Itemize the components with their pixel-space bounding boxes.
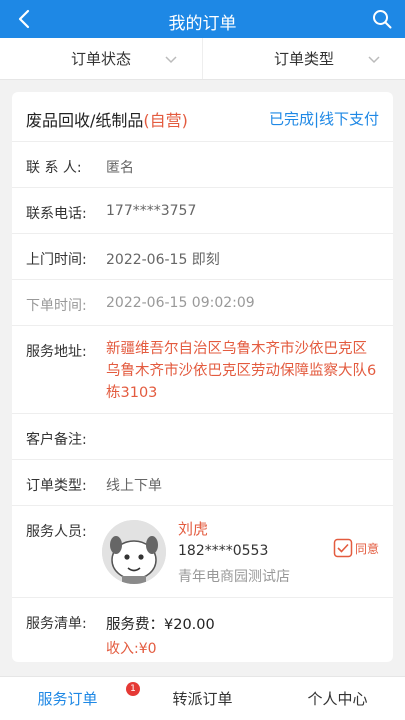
order-type-value: 线上下单 [106,478,162,494]
order-type-filter[interactable]: 订单类型 [202,38,405,79]
chevron-down-icon [165,56,177,64]
order-status-filter-label: 订单状态 [70,50,131,68]
phone-label: 联系电话: [26,206,87,222]
order-time-row: 下单时间: 2022-06-15 09:02:09 [12,280,393,326]
order-category: 废品回收/纸制品(自营) [26,107,188,131]
avatar [102,520,166,584]
remark-row: 客户备注: [12,414,393,460]
order-type-filter-label: 订单类型 [273,50,334,68]
staff-store: 青年电商园测试店 [178,569,290,585]
tab-transfer-orders[interactable]: 转派订单 [135,677,270,720]
staff-label: 服务人员: [26,524,87,540]
order-status: 已完成|线下支付 [268,110,379,128]
contact-row: 联 系 人: 匿名 [12,142,393,188]
staff-name: 刘虎 [178,520,209,538]
bottom-tab-bar: 服务订单 1 转派订单 个人中心 [0,676,405,720]
address-label: 服务地址: [26,344,87,360]
check-box-icon [333,538,353,558]
filter-bar: 订单状态 订单类型 [0,38,405,80]
tab-personal-center[interactable]: 个人中心 [270,677,405,720]
order-status-filter[interactable]: 订单状态 [0,38,202,79]
tab-service-orders[interactable]: 服务订单 1 [0,677,140,720]
phone-value: 177****3757 [106,203,197,219]
order-category-name: 废品回收/纸制品 [26,111,144,130]
self-run-tag: (自营) [143,111,188,130]
income-value: 收入:¥0 [106,641,157,657]
agree-label: 同意 [354,541,379,556]
title-bar: 我的订单 [0,0,405,38]
visit-time-label: 上门时间: [26,252,87,268]
order-card-header: 废品回收/纸制品(自营) 已完成|线下支付 [12,92,393,142]
tab-personal-center-label: 个人中心 [307,690,368,708]
order-time-label: 下单时间: [26,298,87,314]
search-icon[interactable] [371,8,393,30]
chevron-down-icon [368,56,380,64]
remark-label: 客户备注: [26,432,87,448]
address-value: 新疆维吾尔自治区乌鲁木齐市沙依巴克区乌鲁木齐市沙依巴克区劳动保障监察大队6栋31… [106,341,377,401]
order-type-label: 订单类型: [26,478,87,494]
address-row: 服务地址: 新疆维吾尔自治区乌鲁木齐市沙依巴克区乌鲁木齐市沙依巴克区劳动保障监察… [12,326,393,414]
tab-service-orders-label: 服务订单 [37,690,98,708]
service-fee: 服务费：¥20.00 [106,617,215,633]
service-list-label: 服务清单: [26,616,87,632]
contact-label: 联 系 人: [26,160,82,176]
visit-time-row: 上门时间: 2022-06-15 即刻 [12,234,393,280]
service-list-row: 服务清单: 服务费：¥20.00 收入:¥0 [12,598,393,662]
contact-value: 匿名 [106,160,134,176]
staff-row: 服务人员: 刘虎 182****0553 青年电商园测试店 同意 [12,506,393,598]
order-time-value: 2022-06-15 09:02:09 [106,295,255,311]
visit-time-value: 2022-06-15 即刻 [106,252,220,268]
order-type-row: 订单类型: 线上下单 [12,460,393,506]
avatar-cartoon-icon [102,520,166,584]
staff-phone[interactable]: 182****0553 [178,543,268,559]
tab-transfer-orders-label: 转派订单 [172,690,233,708]
phone-row: 联系电话: 177****3757 [12,188,393,234]
order-card[interactable]: 废品回收/纸制品(自营) 已完成|线下支付 联 系 人: 匿名 联系电话: 17… [12,92,393,662]
agree-button[interactable]: 同意 [333,538,379,558]
page-title: 我的订单 [168,14,237,34]
